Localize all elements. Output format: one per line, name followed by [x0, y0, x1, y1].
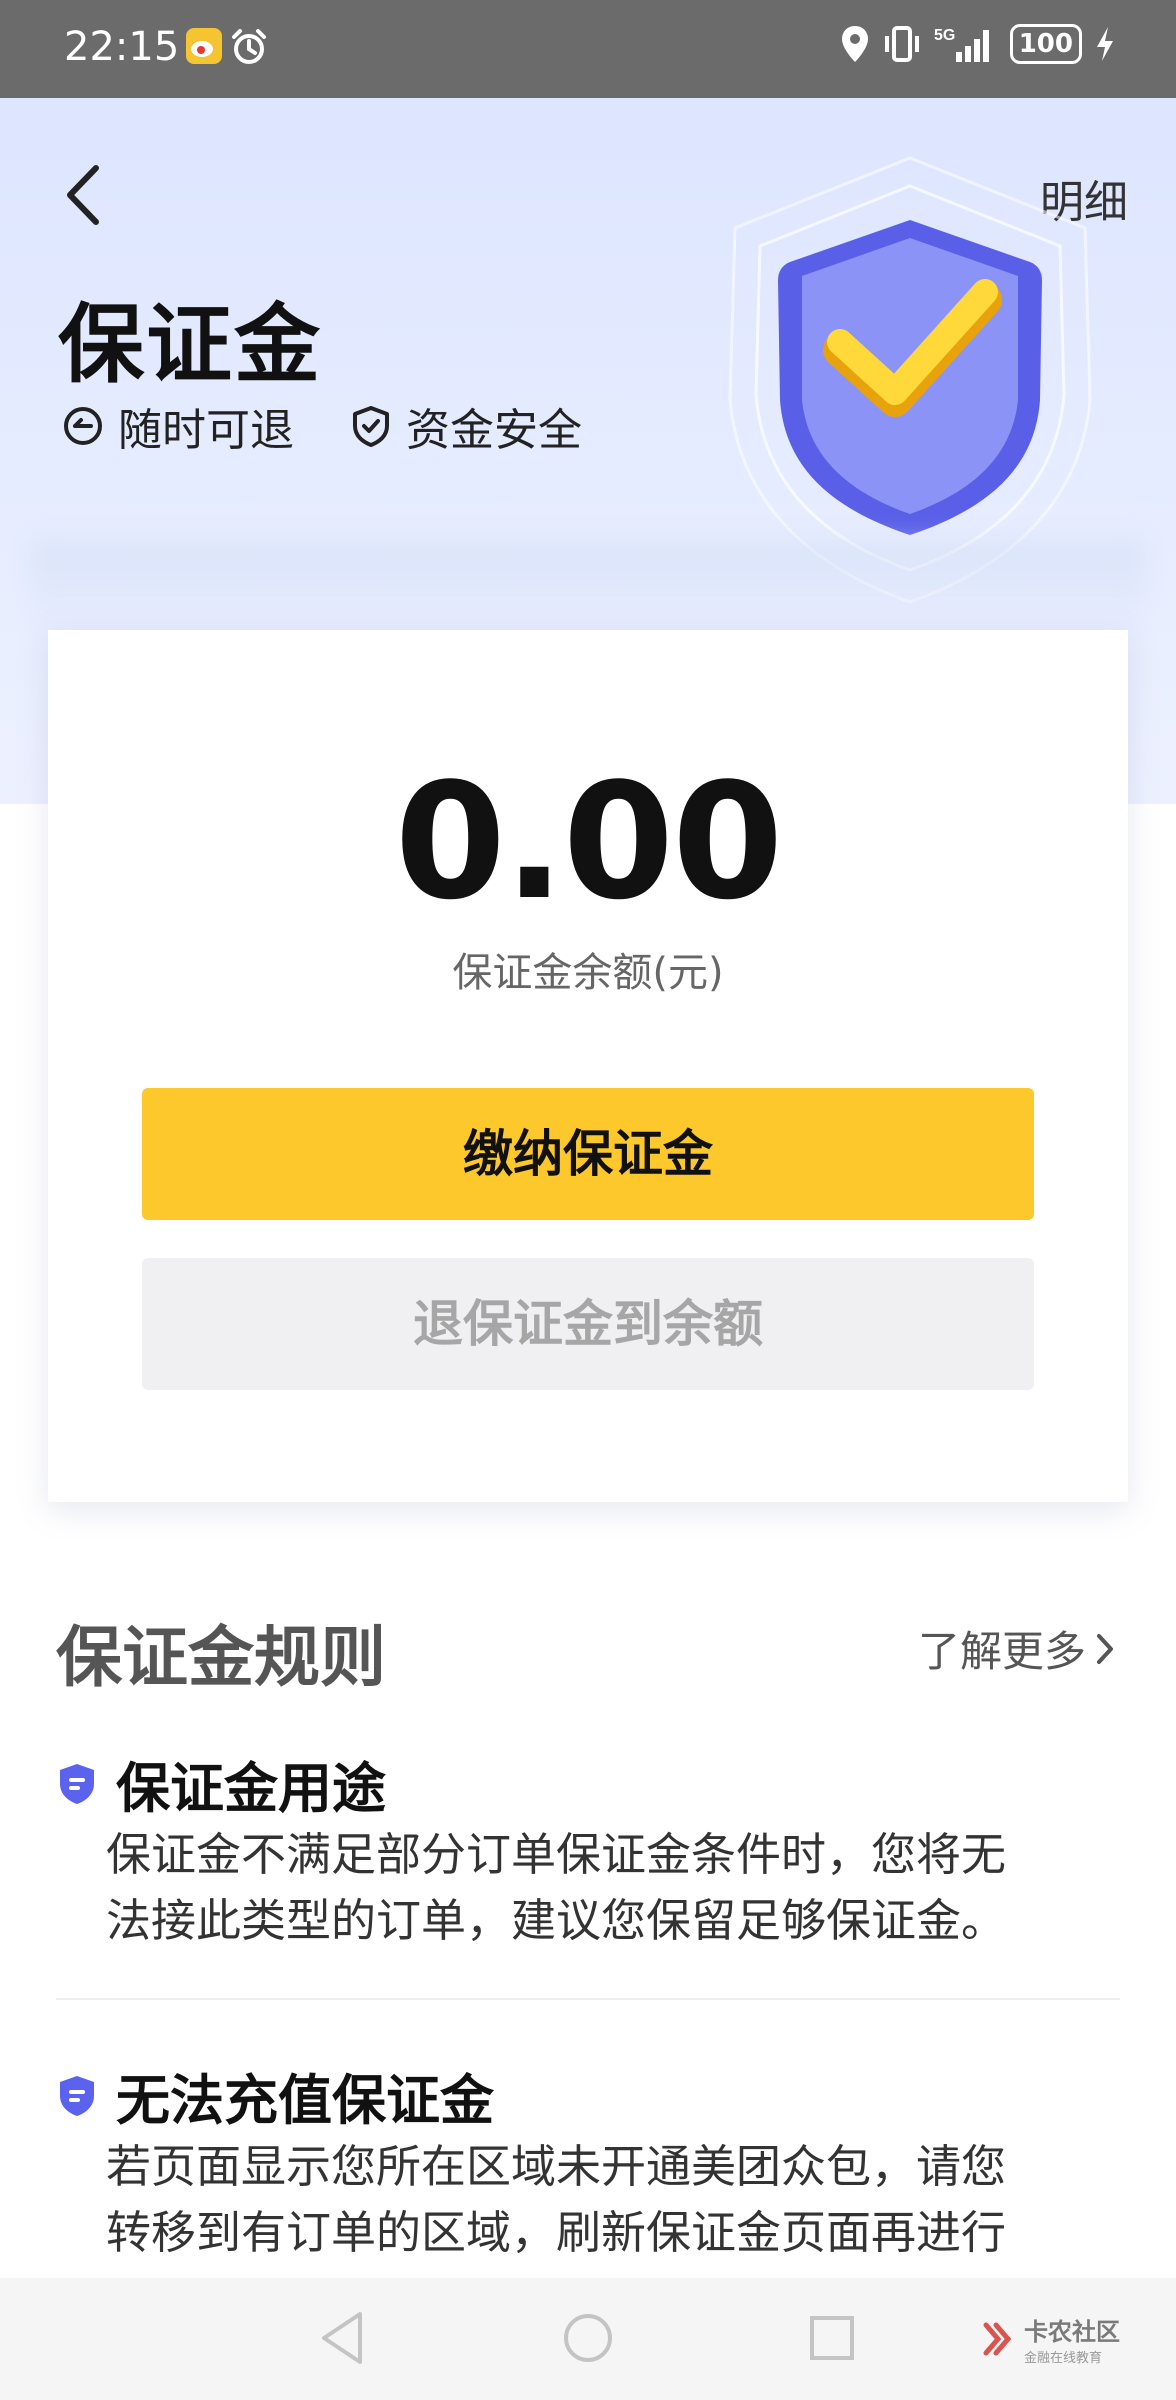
back-button[interactable]	[58, 160, 108, 230]
status-right: 5G 100	[840, 24, 1116, 64]
chevron-right-icon	[1097, 1633, 1113, 1664]
card-shadow	[30, 540, 1146, 640]
feature-label: 资金安全	[406, 405, 582, 456]
home-circle-icon[interactable]	[562, 2308, 614, 2368]
back-triangle-icon[interactable]	[316, 2308, 368, 2368]
rule-line: 转移到有订单的区域，刷新保证金页面再进行	[106, 2206, 1007, 2259]
watermark-name: 卡农社区	[1024, 2318, 1120, 2346]
rule-line: 保证金不满足部分订单保证金条件时，您将无	[106, 1828, 1007, 1881]
refund-to-balance-button[interactable]: 退保证金到余额	[142, 1258, 1034, 1390]
vibrate-icon	[884, 26, 919, 62]
balance-label: 保证金余额(元)	[452, 950, 724, 996]
learn-more-link[interactable]: 了解更多	[918, 1618, 1116, 1679]
rule-body: 保证金不满足部分订单保证金条件时，您将无 法接此类型的订单，建议您保留足够保证金…	[106, 1822, 1096, 1954]
chevron-left-icon	[67, 165, 99, 225]
pay-deposit-button[interactable]: 缴纳保证金	[142, 1088, 1034, 1220]
status-bar: 22:15 5G 100	[0, 0, 1176, 98]
watermark: 卡农社区 金融在线教育	[982, 2312, 1120, 2366]
shield-doc-icon	[60, 2075, 94, 2116]
feature-safe: 资金安全	[350, 394, 582, 458]
learn-more-label: 了解更多	[917, 1627, 1086, 1676]
rule-body: 若页面显示您所在区域未开通美团众包，请您 转移到有订单的区域，刷新保证金页面再进…	[106, 2134, 1096, 2266]
watermark-logo	[983, 2322, 1012, 2356]
signal-5g-icon: 5G	[934, 27, 989, 62]
rules-title: 保证金规则	[56, 1619, 386, 1696]
svg-text:5G: 5G	[934, 27, 955, 44]
rule-item-usage: 保证金用途	[58, 1744, 386, 1823]
status-time: 22:15	[64, 24, 180, 70]
rule-title: 保证金用途	[116, 1757, 386, 1820]
rule-title: 无法充值保证金	[116, 2069, 494, 2132]
shield-doc-icon	[60, 1763, 94, 1804]
charging-icon	[1097, 27, 1113, 61]
refund-icon	[64, 407, 102, 445]
alarm-icon	[232, 29, 266, 64]
watermark-sub: 金融在线教育	[1024, 2351, 1103, 2366]
weibo-icon	[186, 28, 222, 64]
balance-amount: 0.00	[394, 748, 784, 935]
recents-square-icon[interactable]	[806, 2308, 858, 2368]
rule-line: 法接此类型的订单，建议您保留足够保证金。	[106, 1894, 1007, 1947]
page-title: 保证金	[58, 295, 322, 395]
shield-check-icon	[353, 406, 389, 447]
feature-refundable: 随时可退	[62, 394, 294, 458]
divider	[56, 1998, 1120, 2000]
rule-line: 若页面显示您所在区域未开通美团众包，请您	[106, 2140, 1007, 2193]
feature-label: 随时可退	[118, 405, 294, 456]
rule-item-cannot-recharge: 无法充值保证金	[58, 2056, 494, 2135]
battery-icon: 100	[1009, 24, 1082, 64]
location-icon	[841, 26, 868, 62]
balance-card: 0.00 保证金余额(元) 缴纳保证金 退保证金到余额	[48, 630, 1128, 1502]
